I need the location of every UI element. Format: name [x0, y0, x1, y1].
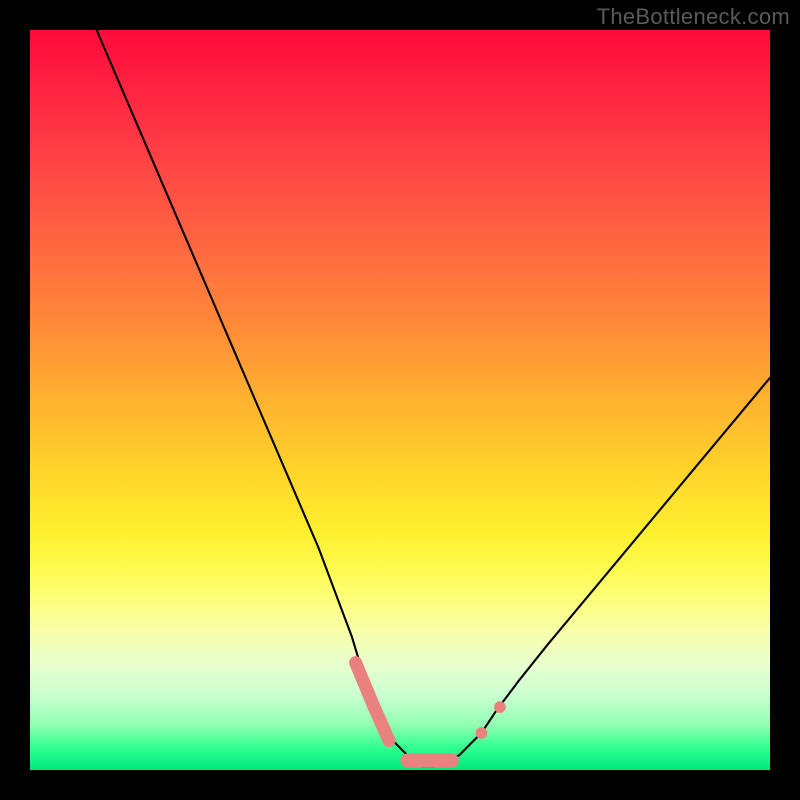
- highlight-left-mid-seg: [374, 707, 389, 740]
- highlight-right-upper: [494, 701, 506, 713]
- chart-overlay: [30, 30, 770, 770]
- marker-group: [349, 656, 506, 760]
- highlight-right-lower: [476, 727, 488, 739]
- plot-area: [30, 30, 770, 770]
- bottleneck-curve: [97, 30, 770, 766]
- curve-group: [97, 30, 770, 766]
- highlight-left-lower-cap: [382, 734, 395, 747]
- chart-frame: TheBottleneck.com: [0, 0, 800, 800]
- highlight-left-upper-seg: [356, 663, 375, 707]
- watermark-text: TheBottleneck.com: [597, 4, 790, 30]
- highlight-left-upper-cap: [349, 656, 362, 669]
